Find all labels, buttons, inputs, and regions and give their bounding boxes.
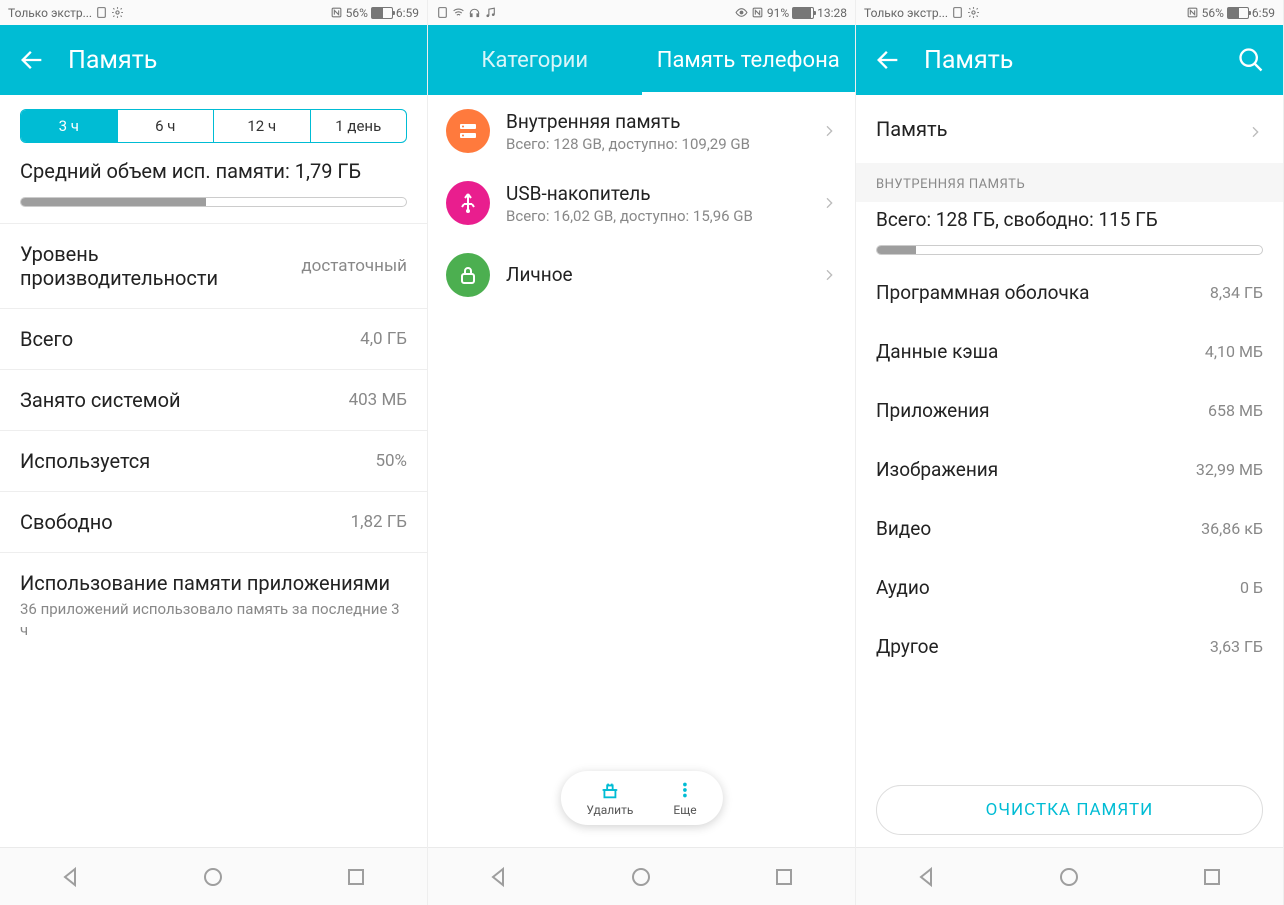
row-used[interactable]: Используется 50%: [0, 430, 427, 491]
storage-private[interactable]: Личное: [428, 239, 855, 311]
row-cache[interactable]: Данные кэша4,10 МБ: [856, 322, 1283, 381]
storage-internal[interactable]: Внутренняя память Всего: 128 GB, доступн…: [428, 95, 855, 167]
seg-3h[interactable]: 3 ч: [21, 110, 118, 142]
nav-home-icon[interactable]: [1057, 865, 1081, 889]
sim-icon: [95, 6, 108, 19]
clean-wrap: ОЧИСТКА ПАМЯТИ: [876, 785, 1263, 835]
battery-percent: 91%: [767, 6, 789, 20]
panel-memory-usage: Только экстр... 56% 6:59 Память 3 ч 6 ч …: [0, 0, 428, 905]
music-icon: [484, 6, 497, 19]
nav-recent-icon[interactable]: [344, 865, 368, 889]
performance-value: достаточный: [301, 256, 407, 276]
tab-categories[interactable]: Категории: [428, 25, 642, 95]
back-icon[interactable]: [874, 46, 902, 74]
status-bar: Только экстр... 56% 6:59: [856, 0, 1283, 25]
clock-text: 6:59: [1252, 6, 1275, 20]
storage-usb[interactable]: USB-накопитель Всего: 16,02 GB, доступно…: [428, 167, 855, 239]
chevron-right-icon: [821, 123, 837, 139]
row-video[interactable]: Видео36,86 кБ: [856, 499, 1283, 558]
more-button[interactable]: Еще: [673, 779, 696, 817]
section-header: ВНУТРЕННЯЯ ПАМЯТЬ: [856, 163, 1283, 202]
row-audio[interactable]: Аудио0 Б: [856, 558, 1283, 617]
sim-icon: [436, 6, 449, 19]
nfc-icon: [751, 6, 764, 19]
tab-phone-storage[interactable]: Память телефона: [642, 25, 856, 95]
nav-recent-icon[interactable]: [1200, 865, 1224, 889]
avg-usage-label: Средний объем исп. памяти: 1,79 ГБ: [0, 149, 427, 189]
clock-text: 6:59: [396, 6, 419, 20]
page-title: Память: [68, 46, 157, 75]
disk-icon: [446, 109, 490, 153]
carrier-text: Только экстр...: [8, 6, 92, 20]
battery-icon: [792, 7, 814, 19]
status-bar: Только экстр... 56% 6:59: [0, 0, 427, 25]
row-apps[interactable]: Приложения658 МБ: [856, 381, 1283, 440]
seg-1d[interactable]: 1 день: [311, 110, 407, 142]
gear-icon: [111, 6, 124, 19]
usage-bar: [20, 197, 407, 207]
delete-button[interactable]: Удалить: [586, 779, 633, 817]
header: Память: [0, 25, 427, 95]
time-segments: 3 ч 6 ч 12 ч 1 день: [20, 109, 407, 143]
nav-bar: [428, 847, 855, 905]
row-images[interactable]: Изображения32,99 МБ: [856, 440, 1283, 499]
chevron-right-icon: [821, 195, 837, 211]
sim-icon: [951, 6, 964, 19]
row-firmware[interactable]: Программная оболочка8,34 ГБ: [856, 263, 1283, 322]
memory-link[interactable]: Память: [856, 95, 1283, 163]
nfc-icon: [330, 6, 343, 19]
chevron-right-icon: [821, 267, 837, 283]
storage-sub: Всего: 128 GB, доступно: 109,29 GB: [506, 135, 805, 153]
row-total[interactable]: Всего 4,0 ГБ: [0, 308, 427, 369]
nav-back-icon[interactable]: [59, 865, 83, 889]
battery-percent: 56%: [346, 6, 368, 20]
headphones-icon: [468, 6, 481, 19]
row-system[interactable]: Занято системой 403 МБ: [0, 369, 427, 430]
row-performance[interactable]: Уровень производительности достаточный: [0, 223, 427, 308]
nfc-icon: [1186, 6, 1199, 19]
battery-percent: 56%: [1202, 6, 1224, 20]
nav-back-icon[interactable]: [915, 865, 939, 889]
row-other[interactable]: Другое3,63 ГБ: [856, 617, 1283, 676]
page-title: Память: [924, 46, 1013, 75]
panel-storage: 91% 13:28 Категории Память телефона Внут…: [428, 0, 856, 905]
battery-icon: [1227, 7, 1249, 19]
storage-title: Внутренняя память: [506, 110, 805, 133]
action-pill: Удалить Еще: [560, 771, 722, 825]
eye-icon: [735, 6, 748, 19]
usb-icon: [446, 181, 490, 225]
lock-icon: [446, 253, 490, 297]
performance-label: Уровень производительности: [20, 242, 301, 290]
header: Память: [856, 25, 1283, 95]
nav-back-icon[interactable]: [487, 865, 511, 889]
tabs: Категории Память телефона: [428, 25, 855, 95]
nav-bar: [0, 847, 427, 905]
wifi-icon: [452, 6, 465, 19]
search-icon[interactable]: [1237, 46, 1265, 74]
gear-icon: [967, 6, 980, 19]
storage-summary: Всего: 128 ГБ, свободно: 115 ГБ: [856, 202, 1283, 235]
status-bar: 91% 13:28: [428, 0, 855, 25]
chevron-right-icon: [1247, 121, 1263, 137]
nav-recent-icon[interactable]: [772, 865, 796, 889]
back-icon[interactable]: [18, 46, 46, 74]
carrier-text: Только экстр...: [864, 6, 948, 20]
panel-memory-details: Только экстр... 56% 6:59 Память Память В…: [856, 0, 1284, 905]
nav-home-icon[interactable]: [629, 865, 653, 889]
seg-6h[interactable]: 6 ч: [118, 110, 215, 142]
row-app-usage[interactable]: Использование памяти приложениями 36 при…: [0, 552, 427, 659]
nav-bar: [856, 847, 1283, 905]
nav-home-icon[interactable]: [201, 865, 225, 889]
clean-memory-button[interactable]: ОЧИСТКА ПАМЯТИ: [876, 785, 1263, 835]
battery-icon: [371, 7, 393, 19]
row-free[interactable]: Свободно 1,82 ГБ: [0, 491, 427, 552]
seg-12h[interactable]: 12 ч: [214, 110, 311, 142]
storage-bar: [876, 245, 1263, 255]
clock-text: 13:28: [817, 6, 847, 20]
